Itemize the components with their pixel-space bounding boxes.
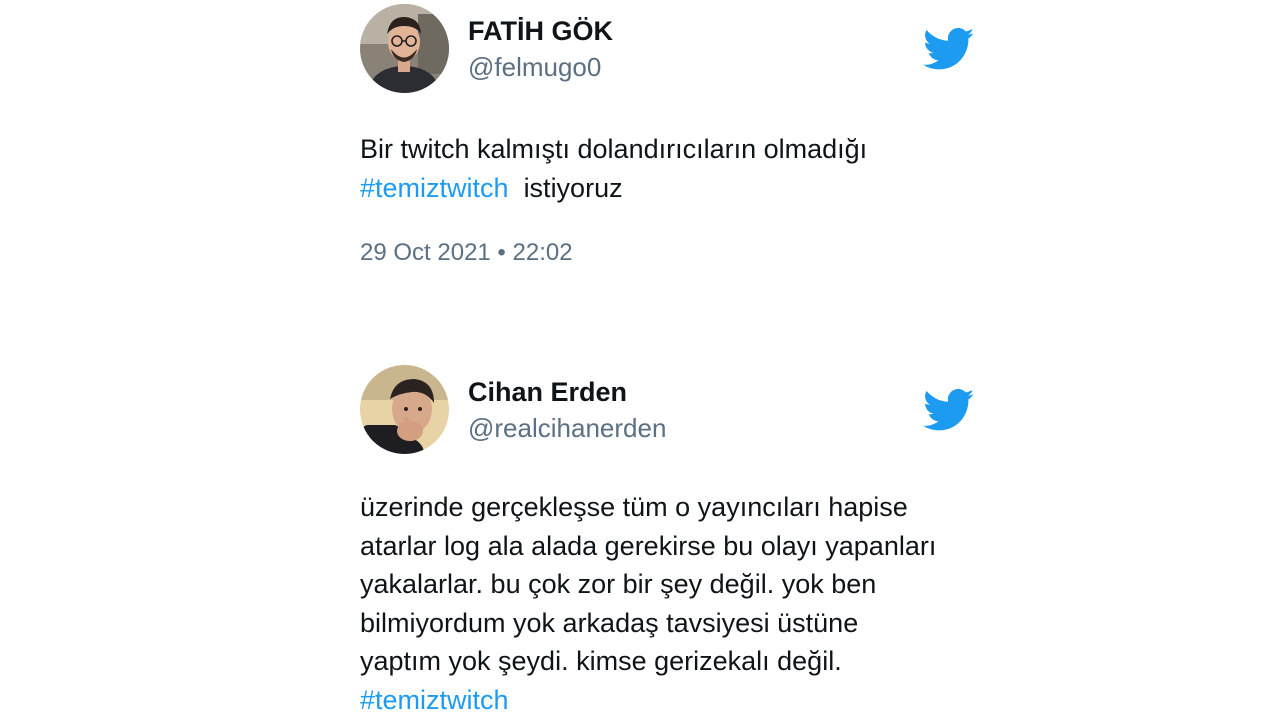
twitter-bird-icon[interactable] (923, 389, 975, 431)
tweet-text-line: yaptım yok şeydi. kimse gerizekalı değil… (360, 646, 842, 676)
tweet-text-line: yakalarlar. bu çok zor bir şey değil. yo… (360, 569, 877, 599)
tweet-timestamp[interactable]: 29 Oct 2021 • 22:02 (360, 239, 980, 267)
display-name[interactable]: FATİH GÖK (468, 16, 613, 47)
twitter-bird-icon[interactable] (923, 28, 975, 70)
hashtag-link[interactable]: #temiztwitch (360, 173, 509, 203)
user-handle[interactable]: @realcihanerden (468, 413, 666, 444)
hashtag-link[interactable]: #temiztwitch (360, 685, 509, 715)
tweet-header: Cihan Erden @realcihanerden (360, 365, 980, 455)
tweet-text-line: #temiztwitch istiyoruz (360, 169, 980, 208)
tweet-text-fragment: istiyoruz (523, 172, 623, 203)
tweet-card: Cihan Erden @realcihanerden üzerinde ger… (360, 365, 980, 719)
tweet-text-line: #temiztwitch (360, 681, 980, 720)
tweet-card: FATİH GÖK @felmugo0 Bir twitch kalmıştı … (360, 4, 980, 267)
tweet-text-line: bilmiyordum yok arkadaş tavsiyesi üstüne (360, 607, 859, 638)
user-handle[interactable]: @felmugo0 (468, 52, 601, 83)
tweet-text: üzerinde gerçekleşse tüm o yayıncıları h… (360, 488, 980, 719)
tweet-text-line: atarlar log ala alada gerekirse bu olayı… (360, 530, 937, 561)
avatar[interactable] (360, 4, 449, 93)
tweet-text-line: üzerinde gerçekleşse tüm o yayıncıları h… (360, 492, 908, 522)
tweet-text: Bir twitch kalmıştı dolandırıcıların olm… (360, 130, 980, 207)
avatar[interactable] (360, 365, 449, 454)
tweet-text-line: Bir twitch kalmıştı dolandırıcıların olm… (360, 134, 868, 164)
display-name[interactable]: Cihan Erden (468, 377, 627, 408)
tweet-header: FATİH GÖK @felmugo0 (360, 4, 980, 94)
